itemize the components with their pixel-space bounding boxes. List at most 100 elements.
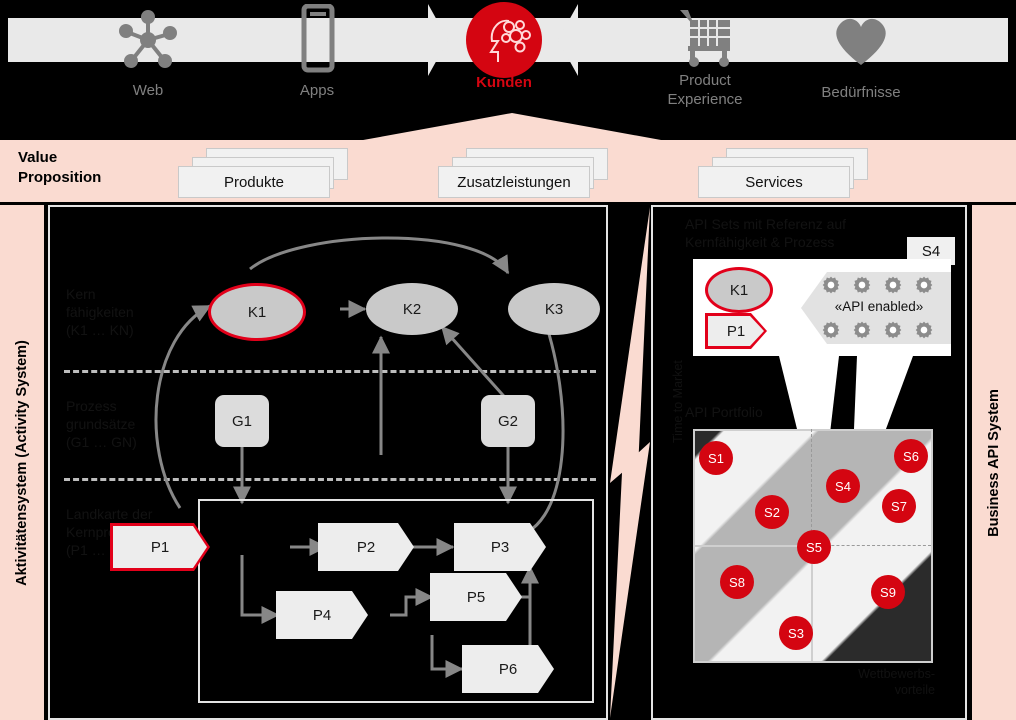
api-dot-label-s8: S8 xyxy=(729,574,745,590)
api-dot-s6[interactable]: S6 xyxy=(894,439,928,473)
api-dot-s7[interactable]: S7 xyxy=(882,489,916,523)
business-api-system-rail-label: Business API System xyxy=(986,388,1002,537)
business-api-panel: API Sets mit Referenz auf Kernfähigkeit … xyxy=(651,205,967,720)
process-node-p1[interactable]: P1 xyxy=(110,523,210,571)
api-dot-label-s2: S2 xyxy=(764,504,780,520)
principle-node-g2[interactable]: G2 xyxy=(481,395,535,447)
channel-label-apps: Apps xyxy=(299,82,335,99)
api-dot-label-s3: S3 xyxy=(788,625,804,641)
process-node-p4[interactable]: P4 xyxy=(276,591,368,639)
process-node-p6[interactable]: P6 xyxy=(462,645,554,693)
api-sets-heading-line1: API Sets mit Referenz auf xyxy=(685,216,847,232)
value-proposition-band: Value Proposition Produkte Zusatzleistun… xyxy=(0,140,1016,202)
channel-label-product-experience: Product Experience xyxy=(667,72,743,108)
channel-band: Web Apps Kunden Product Experience Bedür… xyxy=(0,0,1016,120)
matrix-bottom-border xyxy=(693,661,933,663)
activity-system-rail-label: Aktivitätensystem (Activity System) xyxy=(14,339,30,586)
arrow-left-icon xyxy=(558,4,618,76)
process-label-p4: P4 xyxy=(312,606,332,624)
api-dot-s1[interactable]: S1 xyxy=(699,441,733,475)
smartphone-icon xyxy=(301,4,335,73)
value-proposition-title: Value Proposition xyxy=(18,148,101,189)
gear-icon xyxy=(884,321,902,339)
section-label-principles: Prozess grundsätze (G1 … GN) xyxy=(66,397,137,452)
callout-capability-label: K1 xyxy=(729,281,749,299)
capability-label-k1: K1 xyxy=(247,303,267,321)
business-api-system-rail: Business API System xyxy=(972,205,1016,720)
panel-connector-bowtie xyxy=(610,207,650,718)
process-label-p5: P5 xyxy=(466,588,486,606)
process-node-p2[interactable]: P2 xyxy=(318,523,414,571)
value-proposition-title-line2: Proposition xyxy=(18,169,102,187)
principle-label-g1: G1 xyxy=(231,412,252,430)
gear-row-top xyxy=(821,275,934,295)
section-prin-line1: Prozess xyxy=(66,398,117,414)
customer-badge xyxy=(466,2,542,78)
api-dot-s4[interactable]: S4 xyxy=(826,469,860,503)
section-prin-line2: grundsätze xyxy=(66,416,136,433)
head-gears-icon xyxy=(489,19,531,62)
divider-principles-processes xyxy=(64,478,596,481)
matrix-top-border xyxy=(693,429,933,431)
callout-process-p1[interactable]: P1 xyxy=(705,313,767,349)
gear-icon xyxy=(915,321,933,339)
api-portfolio-matrix[interactable]: S1 S2 S3 S4 S5 S6 S7 S8 S9 xyxy=(693,429,933,663)
api-dot-s5[interactable]: S5 xyxy=(797,530,831,564)
network-hub-icon xyxy=(119,10,177,68)
section-cap-line3: (K1 … KN) xyxy=(66,322,134,339)
api-dot-s3[interactable]: S3 xyxy=(779,616,813,650)
principle-node-g1[interactable]: G1 xyxy=(215,395,269,447)
api-dot-label-s7: S7 xyxy=(891,498,907,514)
api-dot-label-s6: S6 xyxy=(903,448,919,464)
activity-system-rail: Aktivitätensystem (Activity System) xyxy=(0,205,44,720)
activity-system-panel: Kern fähigkeiten (K1 … KN) Prozess grund… xyxy=(48,205,608,720)
api-dot-s2[interactable]: S2 xyxy=(755,495,789,529)
gear-icon xyxy=(853,276,871,294)
capability-node-k1[interactable]: K1 xyxy=(208,283,306,341)
capability-node-k3[interactable]: K3 xyxy=(508,283,600,335)
section-prin-line3: (G1 … GN) xyxy=(66,434,137,451)
section-proc-line1: Landkarte der xyxy=(66,506,153,522)
api-dot-label-s1: S1 xyxy=(708,450,724,466)
process-label-p6: P6 xyxy=(498,660,518,678)
heart-icon xyxy=(836,18,886,65)
arrow-right-icon xyxy=(388,4,448,76)
shopping-cart-icon xyxy=(680,10,730,67)
gear-row-bottom xyxy=(821,320,934,340)
channel-label-kunden: Kunden xyxy=(476,74,532,91)
portfolio-x-axis-label: Wettbewerbs- vorteile xyxy=(843,667,935,698)
matrix-right-border xyxy=(931,429,933,663)
portfolio-x-axis-line1: Wettbewerbs- xyxy=(858,667,935,681)
process-node-p5[interactable]: P5 xyxy=(430,573,522,621)
callout-process-label: P1 xyxy=(726,322,746,340)
gear-icon xyxy=(853,321,871,339)
capability-label-k2: K2 xyxy=(402,300,422,318)
value-proposition-title-line1: Value xyxy=(18,149,58,166)
api-enabled-stereotype: «API enabled» xyxy=(834,299,924,314)
divider-capabilities-principles xyxy=(64,370,596,373)
section-label-capabilities: Kern fähigkeiten (K1 … KN) xyxy=(66,285,134,340)
gear-icon xyxy=(822,321,840,339)
api-dot-label-s4: S4 xyxy=(835,478,851,494)
callout-capability-k1[interactable]: K1 xyxy=(705,267,773,313)
principle-label-g2: G2 xyxy=(497,412,518,430)
vp-card-label-zusatzleistungen[interactable]: Zusatzleistungen xyxy=(438,166,590,198)
channel-label-web: Web xyxy=(132,82,164,99)
vp-card-label-services[interactable]: Services xyxy=(698,166,850,198)
vp-card-label-produkte[interactable]: Produkte xyxy=(178,166,330,198)
api-dot-label-s9: S9 xyxy=(880,584,896,600)
channel-label-beduerfnisse: Bedürfnisse xyxy=(821,84,901,101)
section-cap-line2: fähigkeiten xyxy=(66,304,134,321)
gear-icon xyxy=(884,276,902,294)
api-portfolio-title: API Portfolio xyxy=(685,404,763,420)
process-label-p3: P3 xyxy=(490,538,510,556)
capability-node-k2[interactable]: K2 xyxy=(366,283,458,335)
process-label-p1: P1 xyxy=(150,538,170,556)
portfolio-y-axis-label: Time to Market xyxy=(671,360,685,443)
process-node-p3[interactable]: P3 xyxy=(454,523,546,571)
api-dot-s9[interactable]: S9 xyxy=(871,575,905,609)
matrix-h-divider xyxy=(693,545,813,547)
api-dot-s8[interactable]: S8 xyxy=(720,565,754,599)
portfolio-x-axis-line2: vorteile xyxy=(894,682,935,697)
capability-label-k3: K3 xyxy=(544,300,564,318)
